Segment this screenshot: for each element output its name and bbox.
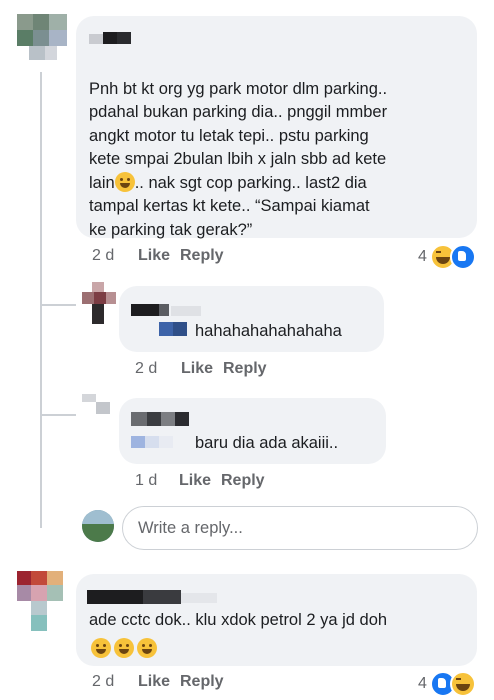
reply-button[interactable]: Reply bbox=[221, 472, 265, 490]
reply-placeholder: Write a reply... bbox=[138, 519, 243, 537]
avatar[interactable] bbox=[17, 571, 63, 633]
reply-button[interactable]: Reply bbox=[180, 247, 224, 265]
comment-text-part: .. nak sgt cop parking.. last2 dia bbox=[134, 173, 367, 192]
write-reply-input[interactable]: Write a reply... bbox=[122, 506, 478, 550]
emoji-row bbox=[91, 638, 157, 658]
grinning-sweat-emoji bbox=[114, 171, 135, 192]
like-button[interactable]: Like bbox=[181, 360, 223, 378]
author-name-redacted[interactable] bbox=[87, 590, 217, 604]
reaction-count: 4 bbox=[418, 675, 427, 692]
reply-text: baru dia ada akaiii.. bbox=[195, 434, 339, 452]
reply-button[interactable]: Reply bbox=[223, 360, 267, 378]
reply-button[interactable]: Reply bbox=[180, 673, 224, 691]
hushed-face-emoji bbox=[91, 638, 111, 658]
avatar[interactable] bbox=[82, 282, 116, 326]
reaction-summary[interactable]: 4 bbox=[418, 244, 476, 270]
reaction-count: 4 bbox=[418, 248, 427, 265]
timestamp[interactable]: 2 d bbox=[92, 673, 138, 691]
reply-actions: 2 d Like Reply bbox=[135, 360, 267, 378]
comment-actions: 2 d Like Reply bbox=[92, 673, 224, 691]
comment-bubble: ade cctc dok.. klu xdok petrol 2 ya jd d… bbox=[76, 574, 477, 666]
timestamp[interactable]: 2 d bbox=[92, 247, 138, 265]
hushed-face-emoji bbox=[114, 638, 134, 658]
hushed-face-emoji bbox=[137, 638, 157, 658]
avatar[interactable] bbox=[82, 394, 116, 424]
like-button[interactable]: Like bbox=[138, 247, 180, 265]
like-button[interactable]: Like bbox=[138, 673, 180, 691]
comment-bubble: Pnh bt kt org yg park motor dlm parking.… bbox=[76, 16, 477, 239]
timestamp[interactable]: 1 d bbox=[135, 472, 179, 490]
thread-branch bbox=[40, 304, 76, 306]
reply-actions: 1 d Like Reply bbox=[135, 472, 265, 490]
like-reaction-icon bbox=[449, 244, 476, 270]
reply-bubble: hahahahahahahaha bbox=[119, 286, 384, 352]
comment-text: ade cctc dok.. klu xdok petrol 2 ya jd d… bbox=[89, 611, 388, 629]
current-user-avatar[interactable] bbox=[82, 510, 114, 542]
comment-text-part: tampal kertas kt kete.. “Sampai kiamat k… bbox=[89, 197, 370, 239]
avatar[interactable] bbox=[17, 14, 67, 74]
comment-actions: 2 d Like Reply bbox=[92, 247, 224, 265]
reply-bubble: baru dia ada akaiii.. bbox=[119, 398, 386, 464]
like-button[interactable]: Like bbox=[179, 472, 221, 490]
author-name-redacted[interactable] bbox=[89, 32, 141, 44]
comment-text: Pnh bt kt org yg park motor dlm parking.… bbox=[89, 54, 474, 242]
timestamp[interactable]: 2 d bbox=[135, 360, 181, 378]
haha-reaction-icon bbox=[449, 671, 476, 697]
thread-branch bbox=[40, 414, 76, 416]
reply-text: hahahahahahahaha bbox=[195, 322, 342, 340]
reaction-summary[interactable]: 4 bbox=[418, 671, 476, 697]
thread-line bbox=[40, 72, 42, 528]
